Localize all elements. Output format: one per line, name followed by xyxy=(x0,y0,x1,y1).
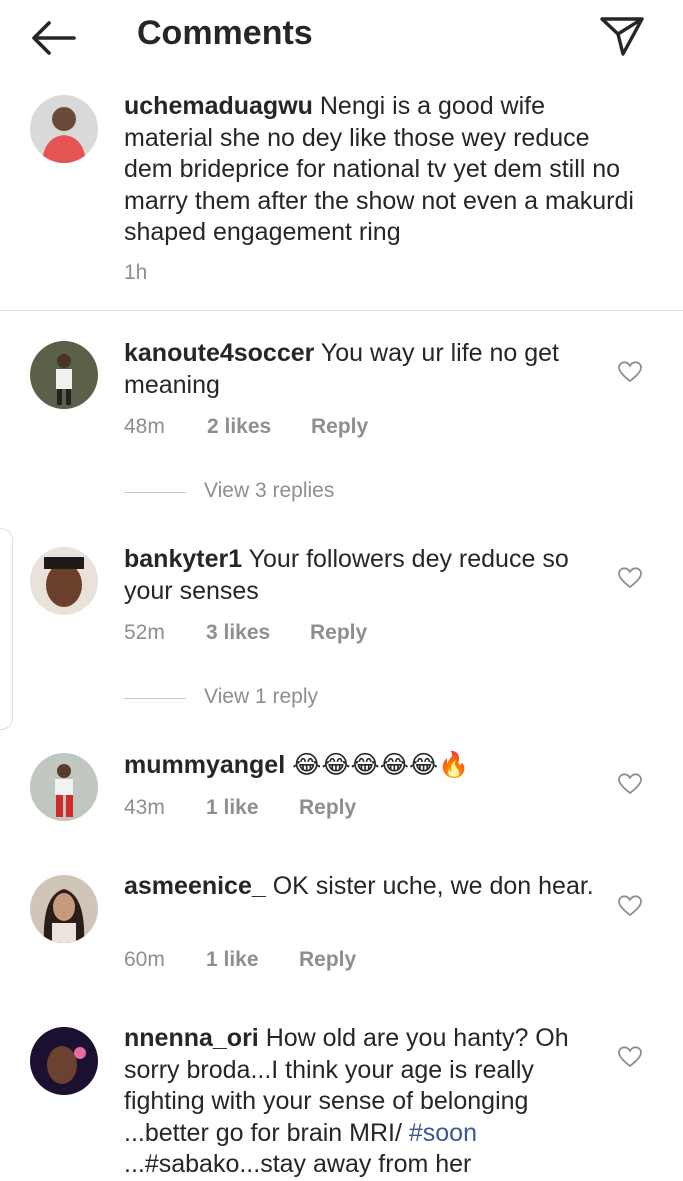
paper-plane-icon xyxy=(600,17,644,56)
divider xyxy=(0,310,683,311)
reply-button[interactable]: Reply xyxy=(299,948,356,972)
comment-username[interactable]: nnenna_ori xyxy=(124,1024,259,1052)
comment-text: kanoute4soccer You way ur life no get me… xyxy=(124,338,594,401)
hashtag-link[interactable]: #soon xyxy=(409,1119,477,1147)
reply-button[interactable]: Reply xyxy=(299,796,356,820)
reply-button[interactable]: Reply xyxy=(310,621,367,645)
comment-username[interactable]: mummyangel xyxy=(124,751,285,779)
caption-username[interactable]: uchemaduagwu xyxy=(124,92,313,120)
avatar[interactable] xyxy=(30,875,98,943)
reply-button[interactable]: Reply xyxy=(311,415,368,439)
caption-time: 1h xyxy=(124,261,148,284)
header-bar: Comments xyxy=(0,0,683,72)
caption-text: uchemaduagwu Nengi is a good wife materi… xyxy=(124,91,634,249)
comment-likes[interactable]: 1 like xyxy=(206,796,259,820)
avatar[interactable] xyxy=(30,341,98,409)
heart-icon[interactable] xyxy=(618,1046,642,1068)
heart-icon[interactable] xyxy=(618,361,642,383)
comment-text: nnenna_ori How old are you hanty? Oh sor… xyxy=(124,1023,594,1181)
reply-line xyxy=(124,698,186,699)
view-replies-label[interactable]: View 1 reply xyxy=(204,685,318,709)
comment-time: 60m xyxy=(124,948,165,971)
comment-time: 48m xyxy=(124,415,165,438)
comment-username[interactable]: asmeenice_ xyxy=(124,872,266,900)
side-edge-tab xyxy=(0,528,13,730)
comment-time: 43m xyxy=(124,796,165,819)
comment-likes[interactable]: 3 likes xyxy=(206,621,270,645)
avatar[interactable] xyxy=(30,753,98,821)
comment-text: asmeenice_ OK sister uche, we don hear. xyxy=(124,871,594,903)
comment-body: 😂😂😂😂😂🔥 xyxy=(292,751,470,779)
share-button[interactable] xyxy=(598,14,646,58)
comment-username[interactable]: bankyter1 xyxy=(124,545,242,573)
comment-body: OK sister uche, we don hear. xyxy=(272,872,594,900)
comment-body-tail: ...#sabako...stay away from her xyxy=(124,1150,472,1178)
page-title: Comments xyxy=(137,14,313,52)
comment-time: 52m xyxy=(124,621,165,644)
comment-likes[interactable]: 1 like xyxy=(206,948,259,972)
reply-line xyxy=(124,492,186,493)
comment-likes[interactable]: 2 likes xyxy=(207,415,271,439)
arrow-left-icon xyxy=(32,21,76,55)
heart-icon[interactable] xyxy=(618,895,642,917)
avatar[interactable] xyxy=(30,547,98,615)
comment-username[interactable]: kanoute4soccer xyxy=(124,339,314,367)
view-replies-label[interactable]: View 3 replies xyxy=(204,479,334,503)
heart-icon[interactable] xyxy=(618,773,642,795)
heart-icon[interactable] xyxy=(618,567,642,589)
back-button[interactable] xyxy=(28,18,78,58)
comment-text: bankyter1 Your followers dey reduce so y… xyxy=(124,544,614,607)
comment-text: mummyangel 😂😂😂😂😂🔥 xyxy=(124,750,594,782)
avatar[interactable] xyxy=(30,95,98,163)
avatar[interactable] xyxy=(30,1027,98,1095)
